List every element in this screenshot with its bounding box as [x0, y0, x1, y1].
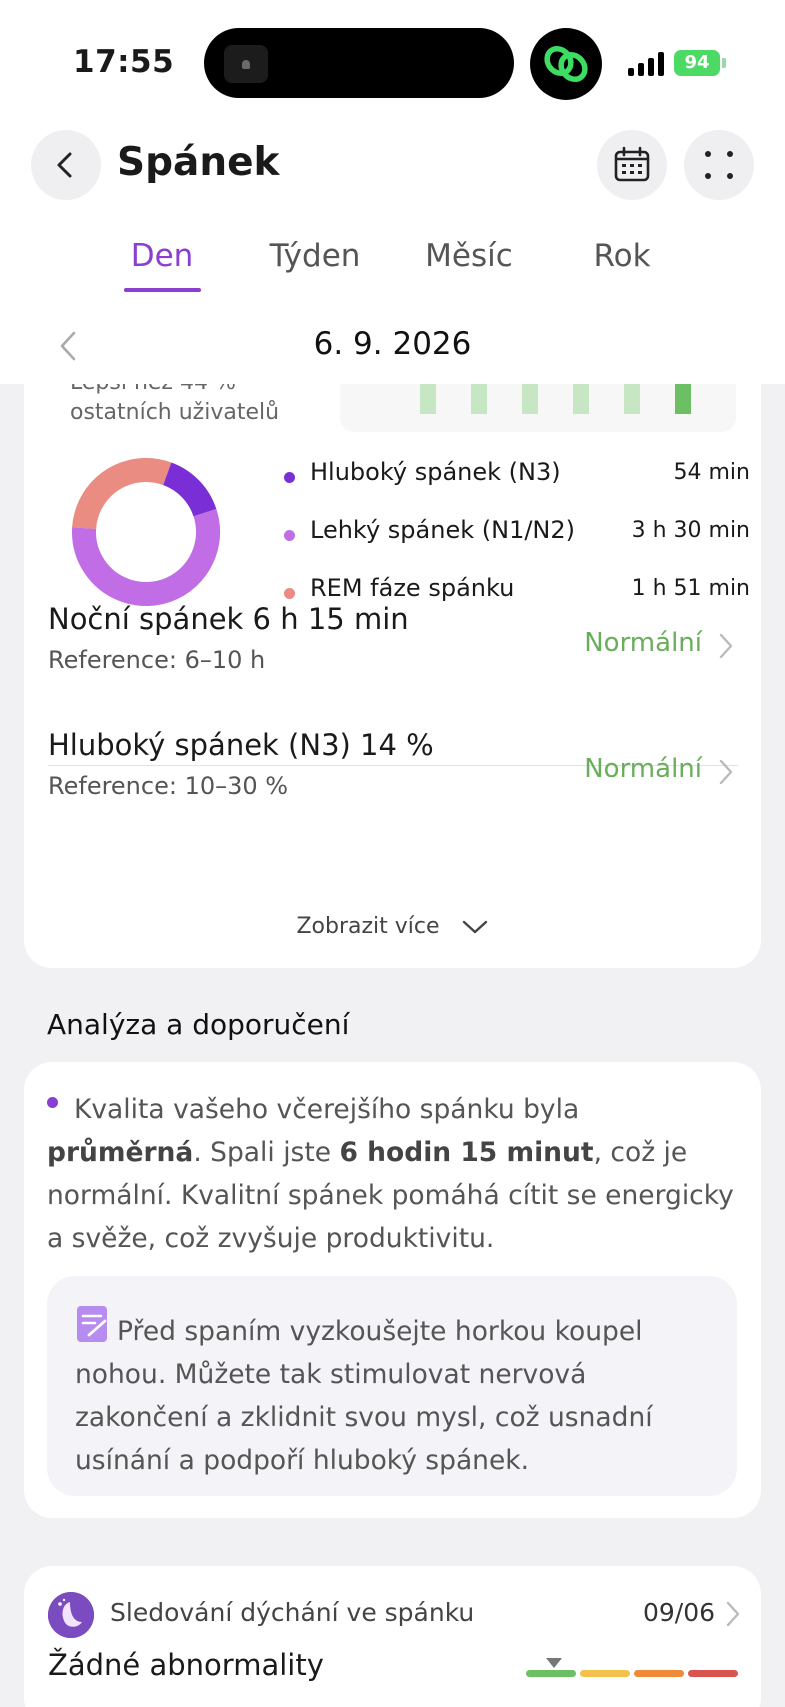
- calendar-icon: [614, 146, 650, 182]
- selected-date: 6. 9. 2026: [313, 326, 472, 362]
- severity-scale: [526, 1670, 738, 1678]
- analysis-section-title: Analýza a doporučení: [47, 1008, 350, 1041]
- legend-item: Lehký spánek (N1/N2) 3 h 30 min: [280, 516, 750, 574]
- note-icon: [77, 1306, 107, 1342]
- metric-night-sleep[interactable]: Noční spánek 6 h 15 min Reference: 6–10 …: [48, 602, 738, 702]
- sleep-summary-card: Lepší než 44 % ostatních uživatelů Hlubo…: [24, 340, 761, 968]
- period-tabs: Den Týden Měsíc Rok: [0, 238, 785, 298]
- legend-value: 3 h 30 min: [631, 518, 750, 543]
- chevron-right-icon: [719, 633, 733, 659]
- legend-label: Lehký spánek (N1/N2): [310, 516, 576, 544]
- analysis-text: Kvalita vašeho včerejšího spánku byla pr…: [47, 1088, 737, 1260]
- tab-year[interactable]: Rok: [542, 238, 702, 274]
- tab-week[interactable]: Týden: [235, 238, 395, 274]
- show-more-label: Zobrazit více: [296, 914, 440, 939]
- show-more-button[interactable]: Zobrazit více: [24, 914, 761, 939]
- legend-value: 54 min: [673, 460, 750, 485]
- breathing-icon: [48, 1592, 94, 1638]
- battery-level: 94: [684, 52, 710, 73]
- breathing-card[interactable]: Sledování dýchání ve spánku 09/06 Žádné …: [24, 1566, 761, 1707]
- legend-label: Hluboký spánek (N3): [310, 458, 561, 486]
- breathing-date: 09/06: [642, 1598, 715, 1627]
- page-title: Spánek: [117, 140, 280, 185]
- tip-content: Před spaním vyzkoušejte horkou koupel no…: [75, 1316, 653, 1476]
- tab-day[interactable]: Den: [82, 238, 242, 274]
- battery-tip: [722, 58, 726, 68]
- analysis-part: Kvalita vašeho včerejšího spánku byla: [74, 1094, 580, 1125]
- breathing-title: Sledování dýchání ve spánku: [110, 1598, 475, 1627]
- chevron-right-icon: [726, 1601, 740, 1627]
- legend-dot: [284, 472, 295, 483]
- legend-dot: [284, 588, 295, 599]
- metric-status: Normální: [584, 754, 702, 784]
- legend-dot: [284, 530, 295, 541]
- analysis-card: Kvalita vašeho včerejšího spánku byla pr…: [24, 1062, 761, 1518]
- calendar-button[interactable]: [597, 130, 667, 200]
- camera-indicator-icon: [224, 45, 268, 83]
- tip-text: Před spaním vyzkoušejte horkou koupel no…: [75, 1304, 715, 1482]
- tab-month[interactable]: Měsíc: [389, 238, 549, 274]
- dynamic-island: [204, 28, 514, 98]
- metric-status: Normální: [584, 628, 702, 658]
- analysis-part: . Spali jste: [193, 1137, 340, 1168]
- chevron-down-icon: [462, 920, 487, 934]
- more-options-button[interactable]: [684, 130, 754, 200]
- app-link-icon[interactable]: [530, 28, 602, 100]
- active-tab-indicator: [124, 288, 201, 292]
- status-time: 17:55: [73, 44, 175, 80]
- legend-value: 1 h 51 min: [631, 576, 750, 601]
- chevron-left-icon: [57, 152, 72, 178]
- back-button[interactable]: [31, 130, 101, 200]
- analysis-duration: 6 hodin 15 minut: [339, 1137, 594, 1168]
- bullet-icon: [47, 1097, 58, 1108]
- tip-box: Před spaním vyzkoušejte horkou koupel no…: [47, 1276, 737, 1496]
- scale-pointer-icon: [546, 1658, 562, 1668]
- metric-deep-sleep[interactable]: Hluboký spánek (N3) 14 % Reference: 10–3…: [48, 728, 738, 828]
- top-area: 17:55 94 Spánek Den Týden Měsíc Rok 6. 9…: [0, 0, 785, 384]
- analysis-quality: průměrná: [47, 1137, 194, 1168]
- chevron-right-icon: [719, 759, 733, 785]
- sleep-stage-donut: [72, 458, 220, 606]
- dots-grid-icon: [705, 151, 733, 179]
- battery-icon: 94: [674, 50, 720, 76]
- breathing-status: Žádné abnormality: [48, 1648, 324, 1682]
- legend-label: REM fáze spánku: [310, 574, 515, 602]
- legend-item: Hluboký spánek (N3) 54 min: [280, 458, 750, 516]
- signal-icon: [628, 52, 664, 76]
